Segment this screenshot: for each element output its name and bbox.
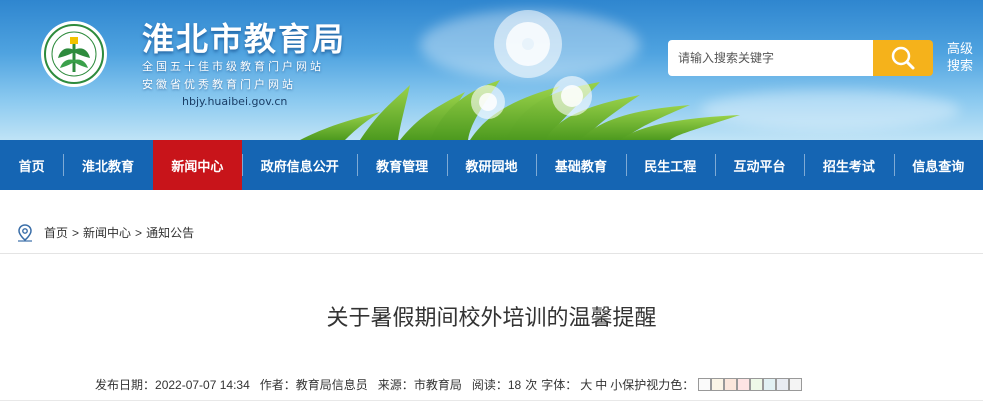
site-domain: hbjy.huaibei.gov.cn — [182, 95, 288, 108]
search-button[interactable] — [873, 40, 933, 76]
location-pin-icon — [18, 223, 32, 242]
advanced-search-link[interactable]: 高级搜索 — [944, 41, 976, 75]
breadcrumb-home[interactable]: 首页 — [44, 224, 68, 241]
breadcrumb-separator: > — [135, 225, 143, 240]
source-label: 来源： — [377, 378, 414, 392]
eye-color-swatch[interactable] — [776, 378, 790, 391]
eye-color-swatch[interactable] — [737, 378, 751, 391]
nav-item-teaching-research[interactable]: 教研园地 — [446, 140, 536, 190]
header-banner: 淮北市教育局 全国五十佳市级教育门户网站 安徽省优秀教育门户网站 hbjy.hu… — [0, 0, 983, 140]
breadcrumb-notices[interactable]: 通知公告 — [146, 224, 194, 241]
nav-item-home[interactable]: 首页 — [0, 140, 63, 190]
nav-item-news-center[interactable]: 新闻中心 — [152, 140, 243, 190]
article-meta: 发布日期： 2022-07-07 14:34 作者： 教育局信息员 来源： 市教… — [95, 376, 803, 393]
reads-unit: 次 — [525, 378, 538, 392]
eye-color-swatch[interactable] — [789, 378, 803, 391]
nav-item-huaibei-education[interactable]: 淮北教育 — [63, 140, 152, 190]
font-size-label: 字体： — [541, 378, 578, 392]
nav-item-basic-education[interactable]: 基础教育 — [536, 140, 625, 190]
nav-item-education-management[interactable]: 教育管理 — [357, 140, 446, 190]
dandelion-decoration — [471, 85, 505, 119]
eye-color-swatch[interactable] — [711, 378, 725, 391]
eye-protection-label: 保护视力色： — [622, 378, 695, 392]
eye-color-swatch[interactable] — [763, 378, 777, 391]
breadcrumb-separator: > — [72, 225, 80, 240]
site-logo — [41, 21, 107, 87]
nav-item-interactive[interactable]: 互动平台 — [714, 140, 804, 190]
search-icon — [891, 46, 915, 70]
font-size-small[interactable]: 小 — [610, 376, 622, 393]
eye-color-swatch[interactable] — [698, 378, 712, 391]
divider — [0, 400, 983, 401]
dandelion-decoration — [552, 76, 592, 116]
nav-item-livelihood[interactable]: 民生工程 — [625, 140, 715, 190]
author-label: 作者： — [259, 378, 296, 392]
nav-item-info-query[interactable]: 信息查询 — [893, 140, 983, 190]
breadcrumb: 首页 > 新闻中心 > 通知公告 — [0, 212, 983, 254]
nav-item-gov-info[interactable]: 政府信息公开 — [242, 140, 357, 190]
site-subtitle-provincial: 安徽省优秀教育门户网站 — [142, 78, 296, 91]
eye-color-swatch[interactable] — [750, 378, 764, 391]
publish-date: 2022-07-07 14:34 — [155, 377, 250, 392]
read-count: 18 — [507, 377, 522, 392]
site-title: 淮北市教育局 — [142, 20, 347, 58]
main-nav: 首页 淮北教育 新闻中心 政府信息公开 教育管理 教研园地 基础教育 民生工程 … — [0, 140, 983, 190]
eye-color-swatches — [698, 378, 803, 391]
author: 教育局信息员 — [295, 378, 368, 392]
source: 市教育局 — [413, 378, 462, 392]
breadcrumb-news-center[interactable]: 新闻中心 — [83, 224, 131, 241]
search-input[interactable] — [668, 40, 874, 76]
reads-label: 阅读： — [471, 378, 508, 392]
article-title: 关于暑假期间校外培训的温馨提醒 — [326, 305, 657, 330]
nav-item-admissions[interactable]: 招生考试 — [804, 140, 893, 190]
publish-date-label: 发布日期： — [95, 378, 156, 392]
eye-color-swatch[interactable] — [724, 378, 738, 391]
font-size-large[interactable]: 大 — [580, 376, 592, 393]
site-subtitle-national: 全国五十佳市级教育门户网站 — [142, 60, 324, 73]
font-size-medium[interactable]: 中 — [595, 376, 607, 393]
